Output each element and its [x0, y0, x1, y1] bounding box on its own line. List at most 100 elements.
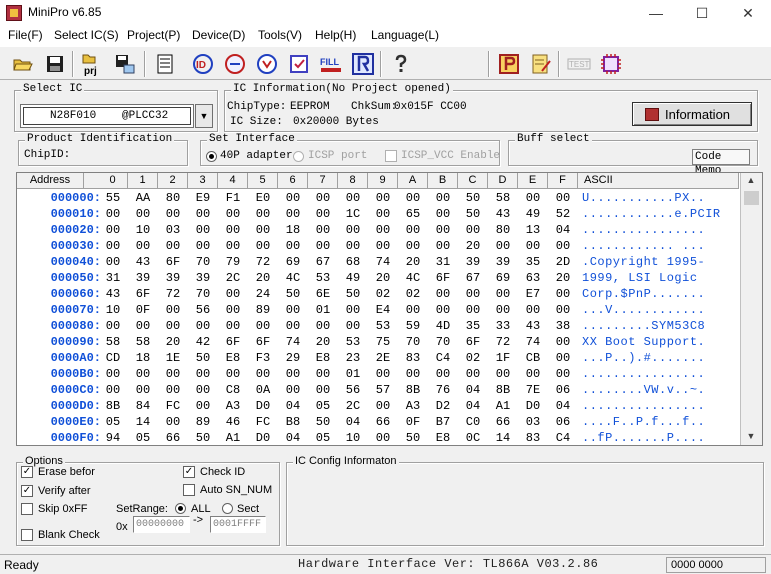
- hex-byte[interactable]: 00: [218, 366, 248, 382]
- hex-byte[interactable]: 00: [368, 190, 398, 206]
- hex-byte[interactable]: 20: [248, 270, 278, 286]
- hex-byte[interactable]: 39: [488, 254, 518, 270]
- hex-byte[interactable]: 00: [98, 318, 128, 334]
- range-all-radio[interactable]: [175, 503, 186, 514]
- hex-byte[interactable]: 00: [548, 238, 578, 254]
- hex-byte[interactable]: 72: [488, 334, 518, 350]
- hex-byte[interactable]: 65: [398, 206, 428, 222]
- buffer-icon[interactable]: [152, 51, 178, 77]
- hex-byte[interactable]: 02: [458, 350, 488, 366]
- hex-byte[interactable]: 00: [338, 318, 368, 334]
- hex-byte[interactable]: 03: [518, 414, 548, 430]
- hex-byte[interactable]: 00: [338, 222, 368, 238]
- hex-byte[interactable]: 04: [278, 430, 308, 445]
- hex-byte[interactable]: 35: [458, 318, 488, 334]
- menu-file[interactable]: File(F): [8, 28, 43, 42]
- hex-byte[interactable]: 00: [398, 366, 428, 382]
- hex-byte[interactable]: 06: [548, 382, 578, 398]
- hex-byte[interactable]: 00: [218, 302, 248, 318]
- hex-byte[interactable]: 20: [548, 270, 578, 286]
- hex-byte[interactable]: 00: [248, 238, 278, 254]
- hex-byte[interactable]: 56: [338, 382, 368, 398]
- hex-byte[interactable]: 02: [398, 286, 428, 302]
- hex-byte[interactable]: 01: [338, 366, 368, 382]
- hex-byte[interactable]: CB: [518, 350, 548, 366]
- hex-byte[interactable]: 00: [158, 238, 188, 254]
- hex-byte[interactable]: 00: [338, 238, 368, 254]
- hex-byte[interactable]: 00: [308, 382, 338, 398]
- hex-byte[interactable]: 00: [128, 382, 158, 398]
- hex-byte[interactable]: 00: [98, 254, 128, 270]
- hex-byte[interactable]: 31: [428, 254, 458, 270]
- hex-byte[interactable]: 00: [548, 302, 578, 318]
- hex-byte[interactable]: 00: [548, 350, 578, 366]
- hex-byte[interactable]: 66: [488, 414, 518, 430]
- hex-byte[interactable]: 66: [158, 430, 188, 445]
- hex-byte[interactable]: 00: [218, 238, 248, 254]
- ic-select-combo[interactable]: N28F010 @PLCC32: [20, 104, 194, 128]
- hex-byte[interactable]: 50: [278, 286, 308, 302]
- hex-byte[interactable]: 00: [518, 302, 548, 318]
- verify-after-checkbox[interactable]: ✓: [21, 485, 33, 497]
- hex-byte[interactable]: 00: [278, 206, 308, 222]
- hex-byte[interactable]: 00: [158, 302, 188, 318]
- hex-byte[interactable]: 04: [458, 398, 488, 414]
- hex-byte[interactable]: 80: [488, 222, 518, 238]
- hex-byte[interactable]: 00: [428, 286, 458, 302]
- hex-byte[interactable]: 57: [368, 382, 398, 398]
- hex-byte[interactable]: A1: [488, 398, 518, 414]
- hex-byte[interactable]: 06: [548, 414, 578, 430]
- scroll-down-icon[interactable]: ▼: [744, 431, 758, 441]
- hex-byte[interactable]: 43: [128, 254, 158, 270]
- range-sect-radio[interactable]: [222, 503, 233, 514]
- hex-byte[interactable]: 05: [98, 414, 128, 430]
- hex-byte[interactable]: 84: [128, 398, 158, 414]
- hex-byte[interactable]: FC: [158, 398, 188, 414]
- hex-byte[interactable]: 4C: [398, 270, 428, 286]
- program-icon[interactable]: [254, 51, 280, 77]
- hex-byte[interactable]: 6F: [428, 270, 458, 286]
- hex-byte[interactable]: 0C: [458, 430, 488, 445]
- hex-byte[interactable]: C4: [428, 350, 458, 366]
- hex-byte[interactable]: 1C: [338, 206, 368, 222]
- hex-byte[interactable]: D0: [518, 398, 548, 414]
- hex-byte[interactable]: 43: [518, 318, 548, 334]
- hex-byte[interactable]: 00: [278, 318, 308, 334]
- hex-byte[interactable]: 8B: [98, 398, 128, 414]
- hex-byte[interactable]: 52: [548, 206, 578, 222]
- hex-byte[interactable]: 00: [398, 222, 428, 238]
- hex-byte[interactable]: 00: [428, 190, 458, 206]
- hex-byte[interactable]: 4C: [278, 270, 308, 286]
- hex-byte[interactable]: 00: [128, 366, 158, 382]
- hex-byte[interactable]: 2E: [368, 350, 398, 366]
- hex-byte[interactable]: 53: [308, 270, 338, 286]
- close-button[interactable]: ✕: [725, 0, 771, 26]
- hex-byte[interactable]: E4: [368, 302, 398, 318]
- check-id-checkbox[interactable]: ✓: [183, 466, 195, 478]
- hex-byte[interactable]: 33: [488, 318, 518, 334]
- range-start-input[interactable]: 00000000: [133, 516, 190, 533]
- icsp-port-radio[interactable]: [293, 151, 304, 162]
- hex-byte[interactable]: 00: [428, 206, 458, 222]
- hex-byte[interactable]: 0F: [398, 414, 428, 430]
- hex-byte[interactable]: 39: [188, 270, 218, 286]
- hex-byte[interactable]: 00: [158, 382, 188, 398]
- hex-byte[interactable]: 6F: [248, 334, 278, 350]
- hex-byte[interactable]: 00: [518, 366, 548, 382]
- hex-byte[interactable]: 10: [128, 222, 158, 238]
- fill-icon[interactable]: FILL: [318, 51, 344, 77]
- hex-byte[interactable]: 00: [128, 238, 158, 254]
- hex-byte[interactable]: 00: [158, 366, 188, 382]
- hex-byte[interactable]: 05: [128, 430, 158, 445]
- hex-byte[interactable]: 00: [368, 238, 398, 254]
- hex-byte[interactable]: B8: [278, 414, 308, 430]
- adapter-40p-radio[interactable]: [206, 151, 217, 162]
- hex-byte[interactable]: 00: [428, 366, 458, 382]
- hex-byte[interactable]: 00: [428, 302, 458, 318]
- hex-byte[interactable]: 74: [368, 254, 398, 270]
- hex-byte[interactable]: 00: [488, 302, 518, 318]
- hex-byte[interactable]: 00: [188, 318, 218, 334]
- hex-byte[interactable]: 00: [548, 286, 578, 302]
- hex-byte[interactable]: 6F: [158, 254, 188, 270]
- hex-byte[interactable]: 00: [218, 318, 248, 334]
